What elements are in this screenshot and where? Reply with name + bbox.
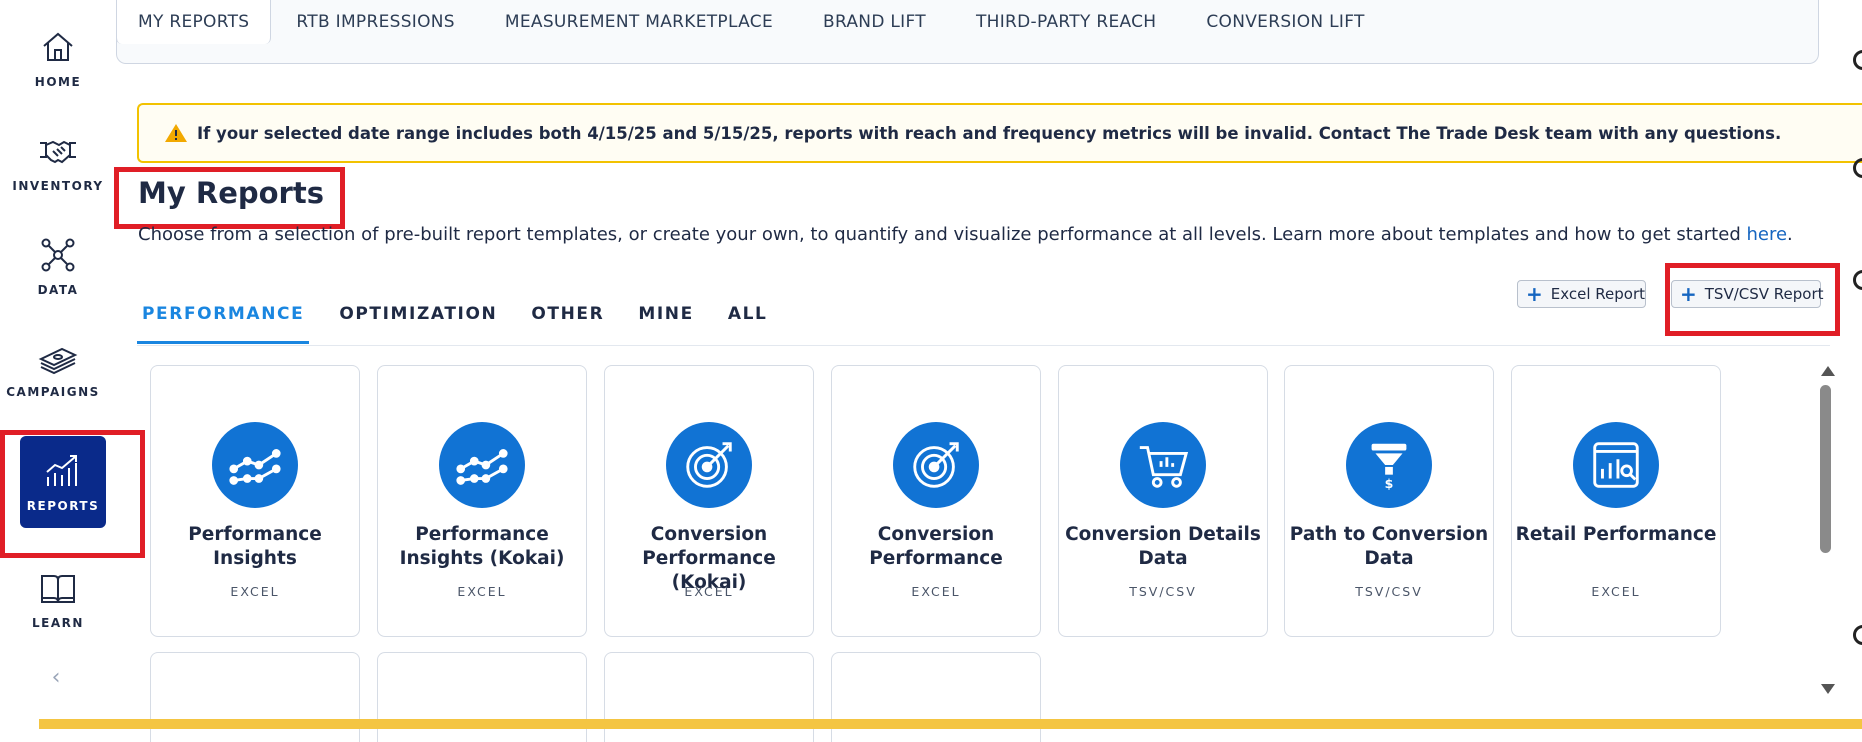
card-title: Performance Insights (Kokai): [399, 524, 565, 569]
card-icon-circle: [1120, 422, 1206, 508]
target-icon: [686, 442, 732, 488]
collapse-sidebar-icon[interactable]: ‹: [44, 665, 68, 690]
excel-report-label: Excel Report: [1550, 285, 1645, 303]
nav-learn[interactable]: LEARN: [0, 553, 116, 645]
excel-report-button[interactable]: + Excel Report: [1517, 280, 1646, 308]
learn-more-link[interactable]: here: [1746, 224, 1787, 245]
nav-home[interactable]: HOME: [0, 12, 116, 104]
network-icon: [41, 238, 75, 272]
card-icon-circle: [666, 422, 752, 508]
highlight-reports: [0, 430, 145, 558]
tab-conversion-lift[interactable]: CONVERSION LIFT: [1181, 0, 1389, 44]
card-type: EXCEL: [457, 584, 507, 599]
nav-data-label: DATA: [37, 283, 79, 297]
cart-icon: [1139, 446, 1189, 488]
nav-data[interactable]: DATA: [0, 220, 116, 312]
warning-icon: [165, 124, 187, 142]
nav-inventory-label: INVENTORY: [12, 179, 104, 193]
category-tabs: PERFORMANCE OPTIMIZATION OTHER MINE ALL: [137, 296, 801, 348]
card-icon-circle: [893, 422, 979, 508]
dashboard-icon: [1593, 442, 1639, 488]
tab-other[interactable]: OTHER: [531, 296, 604, 348]
highlight-tsv-button: [1665, 263, 1840, 336]
tab-my-reports[interactable]: MY REPORTS: [116, 0, 272, 44]
scroll-thumb[interactable]: [1820, 385, 1831, 553]
card-icon-circle: [439, 422, 525, 508]
edge-button[interactable]: [1853, 158, 1862, 178]
report-card-conversion-performance[interactable]: Conversion Performance EXCEL: [831, 365, 1041, 637]
funnel-icon: $: [1371, 443, 1407, 491]
tab-all[interactable]: ALL: [728, 296, 768, 348]
home-icon: [43, 32, 73, 61]
svg-text:$: $: [1385, 476, 1394, 491]
card-title: Retail Performance: [1515, 524, 1717, 545]
card-type: EXCEL: [1591, 584, 1641, 599]
alert-banner: If your selected date range includes bot…: [137, 103, 1862, 163]
nav-campaigns[interactable]: CAMPAIGNS: [0, 322, 116, 414]
highlight-title: [114, 167, 345, 229]
nav-home-label: HOME: [34, 75, 82, 89]
nav-campaigns-label: CAMPAIGNS: [6, 385, 100, 399]
tab-third-party-reach[interactable]: THIRD-PARTY REACH: [951, 0, 1181, 44]
card-title: Performance Insights: [188, 524, 322, 569]
tab-brand-lift[interactable]: BRAND LIFT: [798, 0, 951, 44]
report-card-performance-insights-kokai[interactable]: Performance Insights (Kokai) EXCEL: [377, 365, 587, 637]
card-icon-circle: $: [1346, 422, 1432, 508]
card-type: TSV/CSV: [1129, 584, 1197, 599]
card-title: Conversion Performance: [869, 524, 1003, 569]
card-icon-circle: [212, 422, 298, 508]
card-type: EXCEL: [684, 584, 734, 599]
sidebar: HOME INVENTORY DATA CAMPAIGNS REPORTS LE…: [0, 0, 116, 729]
report-card-retail-performance[interactable]: Retail Performance EXCEL: [1511, 365, 1721, 637]
plus-icon: +: [1526, 282, 1543, 306]
report-card-performance-insights[interactable]: Performance Insights EXCEL: [150, 365, 360, 637]
description-text: Choose from a selection of pre-built rep…: [138, 224, 1747, 245]
tab-optimization[interactable]: OPTIMIZATION: [339, 296, 497, 348]
edge-button[interactable]: [1853, 50, 1862, 70]
bottom-accent-bar: [39, 719, 1862, 729]
tab-measurement-marketplace[interactable]: MEASUREMENT MARKETPLACE: [480, 0, 798, 44]
alert-message: If your selected date range includes bot…: [197, 123, 1782, 143]
trend-line-icon: [456, 449, 508, 485]
page-description: Choose from a selection of pre-built rep…: [138, 224, 1793, 245]
card-icon-circle: [1573, 422, 1659, 508]
description-end: .: [1787, 224, 1793, 245]
tab-rtb-impressions[interactable]: RTB IMPRESSIONS: [271, 0, 480, 44]
edge-button[interactable]: [1853, 270, 1862, 290]
scroll-down-arrow-icon[interactable]: [1821, 684, 1835, 694]
card-type: EXCEL: [230, 584, 280, 599]
target-icon: [913, 442, 959, 488]
edge-button[interactable]: [1853, 625, 1862, 645]
tab-performance[interactable]: PERFORMANCE: [137, 296, 310, 344]
card-type: TSV/CSV: [1355, 584, 1423, 599]
tab-mine[interactable]: MINE: [638, 296, 693, 348]
handshake-icon: [40, 140, 76, 164]
report-card-conversion-performance-kokai[interactable]: Conversion Performance (Kokai) EXCEL: [604, 365, 814, 637]
card-title: Conversion Details Data: [1065, 524, 1261, 569]
book-icon: [41, 575, 75, 603]
scroll-up-arrow-icon[interactable]: [1821, 366, 1835, 376]
tabs-divider: [137, 345, 1830, 346]
top-tabs: MY REPORTS RTB IMPRESSIONS MEASUREMENT M…: [116, 0, 1390, 44]
card-type: EXCEL: [911, 584, 961, 599]
card-title: Path to Conversion Data: [1289, 524, 1489, 569]
money-stack-icon: [38, 347, 78, 375]
nav-learn-label: LEARN: [32, 616, 84, 630]
report-card-path-to-conversion-data[interactable]: $ Path to Conversion Data TSV/CSV: [1284, 365, 1494, 637]
report-card-conversion-details-data[interactable]: Conversion Details Data TSV/CSV: [1058, 365, 1268, 637]
trend-line-icon: [229, 449, 281, 485]
nav-inventory[interactable]: INVENTORY: [0, 116, 116, 208]
